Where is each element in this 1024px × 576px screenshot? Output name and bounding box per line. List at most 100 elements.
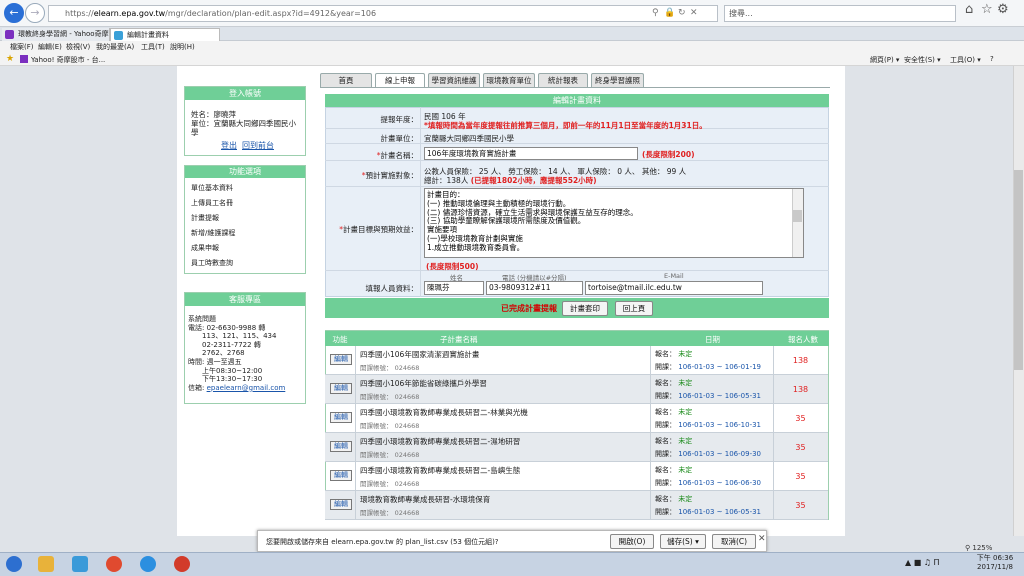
unit-value: 宜蘭縣大同鄉四季國民小學 (424, 134, 514, 143)
plan-name-limit: (長度限制200) (642, 150, 695, 159)
url-field[interactable]: https://elearn.epa.gov.tw/mgr/declaratio… (48, 5, 718, 22)
filler-phone-input[interactable]: 03-9809312#11 (486, 281, 583, 295)
tab-env-unit[interactable]: 環境教育單位 (483, 73, 535, 87)
login-header: 登入帳號 (185, 87, 305, 100)
target-note: (已提報1802小時，應提報552小時) (470, 176, 597, 185)
download-open-button[interactable]: 開啟(O) (610, 534, 654, 549)
safety-menu[interactable]: 安全性(S) ▾ (904, 55, 941, 65)
edit-button[interactable]: 編輯 (330, 499, 352, 510)
sidebar-item-unit-info[interactable]: 單位基本資料 (191, 183, 233, 193)
browser-tab-yahoo[interactable]: 環教終身學習網 - Yahoo奇摩 (2, 28, 110, 41)
form-header: 編輯計畫資料 (325, 94, 829, 107)
status-completed: 已完成計畫提報 (501, 304, 557, 313)
zoom-level[interactable]: ⚲ 125% (965, 544, 992, 552)
service-panel: 客服專區 系統問題 電話: 02-6630-9988 轉 113、121、115… (184, 292, 306, 404)
back-page-button[interactable]: 回上頁 (615, 301, 653, 316)
goal-label: *計畫目標與預期效益： (339, 225, 418, 234)
edit-button[interactable]: 編輯 (330, 470, 352, 481)
target-total-line: 總計：138人 (已提報1802小時，應提報552小時) (424, 176, 597, 185)
clock-date: 2017/11/8 (977, 563, 1013, 571)
chrome-icon[interactable] (106, 556, 122, 572)
edit-button[interactable]: 編輯 (330, 354, 352, 365)
sidebar-item-results[interactable]: 成果申報 (191, 243, 219, 253)
search-icon[interactable]: ⚲ (652, 8, 659, 18)
goal-textarea[interactable]: 計畫目的： (一) 推動環境倫理與主動積極的環境行動。 (二) 儘源珍惜資源，確… (424, 188, 804, 258)
login-unit: 單位：宜蘭縣大同鄉四季國民小學 (191, 119, 296, 137)
goal-limit: (長度限制500) (426, 262, 479, 271)
tab-home[interactable]: 首頁 (320, 73, 372, 87)
col-email-header: E-Mail (664, 272, 684, 280)
sidebar-item-courses[interactable]: 新增/維護課程 (191, 228, 235, 238)
menu-file[interactable]: 檔案(F) (10, 42, 34, 52)
table-row: 編輯 四季國小106年國家清潔週實施計畫 開課帳號： 024668 報名： 未定… (325, 346, 828, 375)
goal-scroll-thumb[interactable] (793, 210, 802, 222)
url-host: elearn.epa.gov.tw (93, 9, 166, 18)
site-icon (114, 31, 123, 40)
edit-button[interactable]: 編輯 (330, 383, 352, 394)
file-explorer-icon[interactable] (38, 556, 54, 572)
favorite-link-yahoo-stock[interactable]: Yahoo! 奇摩股市 - 台... (31, 55, 105, 65)
chevron-down-icon[interactable]: ▾ (695, 537, 699, 546)
favorites-star-icon[interactable]: ★ (6, 54, 14, 64)
grid-header (325, 331, 829, 346)
table-row: 編輯 環境教育教師專業成長研習-水環境保育 開課帳號： 024668 報名： 未… (325, 491, 828, 520)
function-panel: 功能選項 單位基本資料 上傳員工名冊 計畫提報 新增/維護課程 成果申報 員工時… (184, 165, 306, 274)
home-icon[interactable]: ⌂ (965, 2, 973, 17)
print-plan-button[interactable]: 計畫套印 (562, 301, 608, 316)
scrollbar-thumb[interactable] (1014, 170, 1023, 370)
filler-name-input[interactable]: 陳珮芬 (424, 281, 484, 295)
lock-icon[interactable]: 🔒 (664, 8, 675, 18)
goal-scrollbar[interactable] (792, 189, 803, 257)
logout-link[interactable]: 登出 (221, 140, 237, 151)
login-panel: 登入帳號 姓名：廖曉萍 單位：宜蘭縣大同鄉四季國民小學 登出 回到前台 (184, 86, 306, 156)
tab-online-report[interactable]: 線上申報 (375, 73, 425, 87)
clock[interactable]: 下午 06:36 2017/11/8 (968, 554, 1022, 572)
edit-button[interactable]: 編輯 (330, 412, 352, 423)
plan-name-input[interactable]: 106年度環境教育實施計畫 (424, 147, 638, 160)
start-icon[interactable] (6, 556, 22, 572)
back-button[interactable]: ← (4, 3, 24, 23)
table-row: 編輯 四季國小環境教育教師專業成長研習二-林業與光機 開課帳號： 024668 … (325, 404, 828, 433)
frontend-link[interactable]: 回到前台 (242, 140, 274, 151)
email-link[interactable]: epaelearn@gmail.com (207, 384, 286, 392)
sidebar-item-upload-roster[interactable]: 上傳員工名冊 (191, 198, 233, 208)
close-icon[interactable]: ✕ (758, 534, 766, 544)
stop-icon[interactable]: ✕ (690, 8, 698, 18)
sidebar-item-hours[interactable]: 員工時數查詢 (191, 258, 233, 268)
browser-tab-edit-plan[interactable]: 編輯計畫資料 (110, 28, 220, 41)
download-cancel-button[interactable]: 取消(C) (712, 534, 756, 549)
table-row: 編輯 四季國小環境教育教師專業成長研習二-島嶼生態 開課帳號： 024668 報… (325, 462, 828, 491)
menu-view[interactable]: 檢視(V) (66, 42, 90, 52)
tab-learning-info[interactable]: 學習資訊維護 (428, 73, 480, 87)
menu-edit[interactable]: 編輯(E) (38, 42, 62, 52)
opera-icon[interactable] (174, 556, 190, 572)
tab-passport[interactable]: 終身學習護照 (591, 73, 644, 87)
year-label: 提報年度： (380, 115, 419, 124)
help-menu[interactable]: ? (990, 55, 994, 63)
ie-icon[interactable] (140, 556, 156, 572)
unit-label: 計畫單位： (380, 134, 419, 143)
forward-button[interactable]: → (25, 3, 45, 23)
download-notification-bar: 您要開啟或儲存來自 elearn.epa.gov.tw 的 plan_list.… (257, 530, 767, 552)
page-menu[interactable]: 網頁(P) ▾ (870, 55, 899, 65)
menu-favorites[interactable]: 我的最愛(A) (96, 42, 134, 52)
favorites-star-icon[interactable]: ☆ (981, 2, 993, 17)
search-input[interactable]: 搜尋... (724, 5, 956, 22)
settings-gear-icon[interactable]: ⚙ (997, 2, 1009, 17)
edit-button[interactable]: 編輯 (330, 441, 352, 452)
filler-label: 填報人員資料： (365, 284, 419, 293)
target-label: *預計實施對象： (361, 171, 418, 180)
tools-menu[interactable]: 工具(O) ▾ (950, 55, 981, 65)
menu-tools[interactable]: 工具(T) (141, 42, 165, 52)
refresh-icon[interactable]: ↻ (678, 8, 686, 18)
menu-help[interactable]: 說明(H) (170, 42, 195, 52)
yahoo-icon (20, 55, 28, 63)
sidebar-item-plan-report[interactable]: 計畫提報 (191, 213, 219, 223)
filler-email-input[interactable]: tortoise@tmail.ilc.edu.tw (585, 281, 763, 295)
clock-time: 下午 06:36 (976, 554, 1014, 562)
tab-stats[interactable]: 統計報表 (538, 73, 588, 87)
tray-icons[interactable]: ▲ ■ ♫ П (905, 558, 940, 567)
grid-header-count: 報名人數 (788, 335, 818, 344)
download-save-button[interactable]: 儲存(S) ▾ (660, 534, 706, 549)
media-player-icon[interactable] (72, 556, 88, 572)
